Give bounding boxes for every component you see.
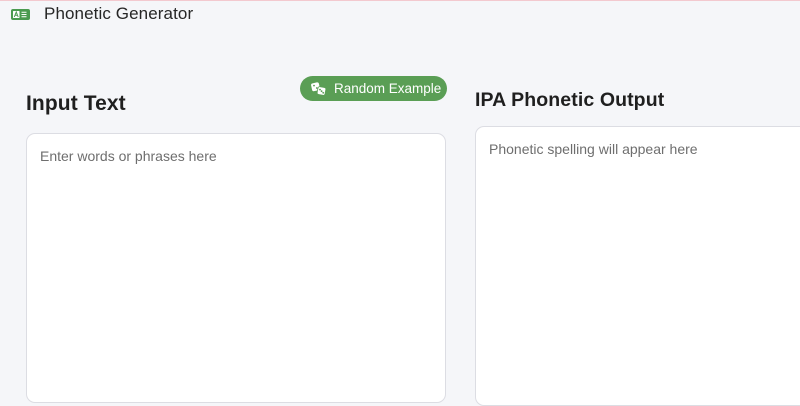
output-heading: IPA Phonetic Output (475, 89, 665, 111)
dice-icon (311, 81, 327, 96)
input-heading: Input Text (26, 92, 126, 115)
input-text-field[interactable] (26, 133, 446, 403)
app-title: Phonetic Generator (44, 4, 194, 23)
output-placeholder: Phonetic spelling will appear here (489, 141, 698, 157)
random-example-label: Random Example (334, 81, 442, 96)
app-header: Phonetic Generator (0, 0, 800, 30)
random-example-button[interactable]: Random Example (300, 76, 447, 101)
phonetic-output-box: Phonetic spelling will appear here (475, 126, 800, 406)
translate-badge-icon (11, 9, 30, 20)
